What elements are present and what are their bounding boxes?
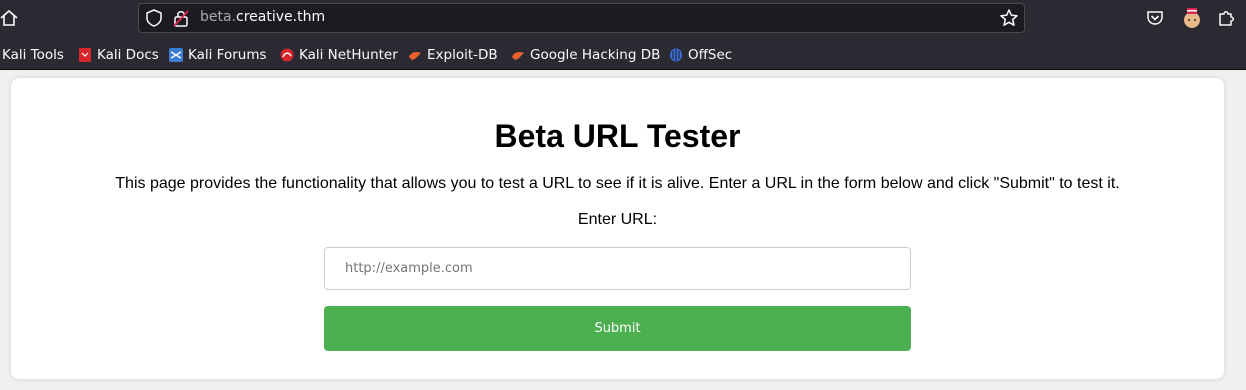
- bookmark-star-icon[interactable]: [999, 8, 1019, 28]
- url-domain: creative.thm: [236, 9, 326, 25]
- bookmark-label: Google Hacking DB: [530, 47, 661, 63]
- home-icon[interactable]: [0, 8, 18, 28]
- kali-nethunter-icon: [280, 48, 294, 62]
- bookmark-label: Exploit-DB: [427, 47, 498, 63]
- bookmark-offsec[interactable]: OffSec: [669, 46, 732, 64]
- page-title: Beta URL Tester: [494, 118, 741, 154]
- kali-docs-icon: [78, 48, 92, 62]
- offsec-icon: [669, 48, 683, 62]
- bookmark-label: Kali Forums: [188, 47, 267, 63]
- bookmark-exploit-db[interactable]: Exploit-DB: [408, 46, 498, 64]
- tracking-protection-shield-icon[interactable]: [146, 9, 162, 27]
- url-subdomain: beta.: [200, 9, 237, 25]
- bookmark-google-hacking-db[interactable]: Google Hacking DB: [511, 46, 660, 64]
- bookmark-kali-nethunter[interactable]: Kali NetHunter: [280, 46, 398, 64]
- exploit-db-icon: [408, 48, 422, 62]
- url-text[interactable]: beta.creative.thm: [200, 9, 325, 25]
- bookmark-kali-forums[interactable]: Kali Forums: [169, 46, 267, 64]
- page-description: This page provides the functionality tha…: [115, 175, 1120, 192]
- bookmarks-toolbar: Kali Tools Kali Docs Kali Forums Kali Ne…: [0, 37, 1246, 70]
- kali-forums-icon: [169, 48, 183, 62]
- insecure-lock-icon[interactable]: [173, 9, 189, 27]
- bookmark-kali-tools[interactable]: Kali Tools: [2, 46, 64, 64]
- bookmark-label: OffSec: [688, 47, 733, 63]
- submit-button[interactable]: Submit: [324, 306, 911, 351]
- google-hacking-db-icon: [511, 48, 525, 62]
- browser-toolbar: beta.creative.thm: [0, 0, 1246, 37]
- bookmark-label: Kali NetHunter: [299, 47, 398, 63]
- page-viewport: Beta URL Tester This page provides the f…: [0, 70, 1246, 390]
- extensions-puzzle-icon[interactable]: [1217, 8, 1237, 28]
- bookmark-label: Kali Docs: [97, 47, 159, 63]
- content-card: Beta URL Tester This page provides the f…: [11, 78, 1224, 379]
- bookmark-label: Kali Tools: [2, 47, 64, 63]
- url-input[interactable]: [324, 247, 911, 290]
- account-avatar-icon[interactable]: [1181, 6, 1203, 30]
- pocket-icon[interactable]: [1145, 8, 1165, 28]
- url-field-label: Enter URL:: [577, 211, 658, 228]
- bookmark-kali-docs[interactable]: Kali Docs: [78, 46, 159, 64]
